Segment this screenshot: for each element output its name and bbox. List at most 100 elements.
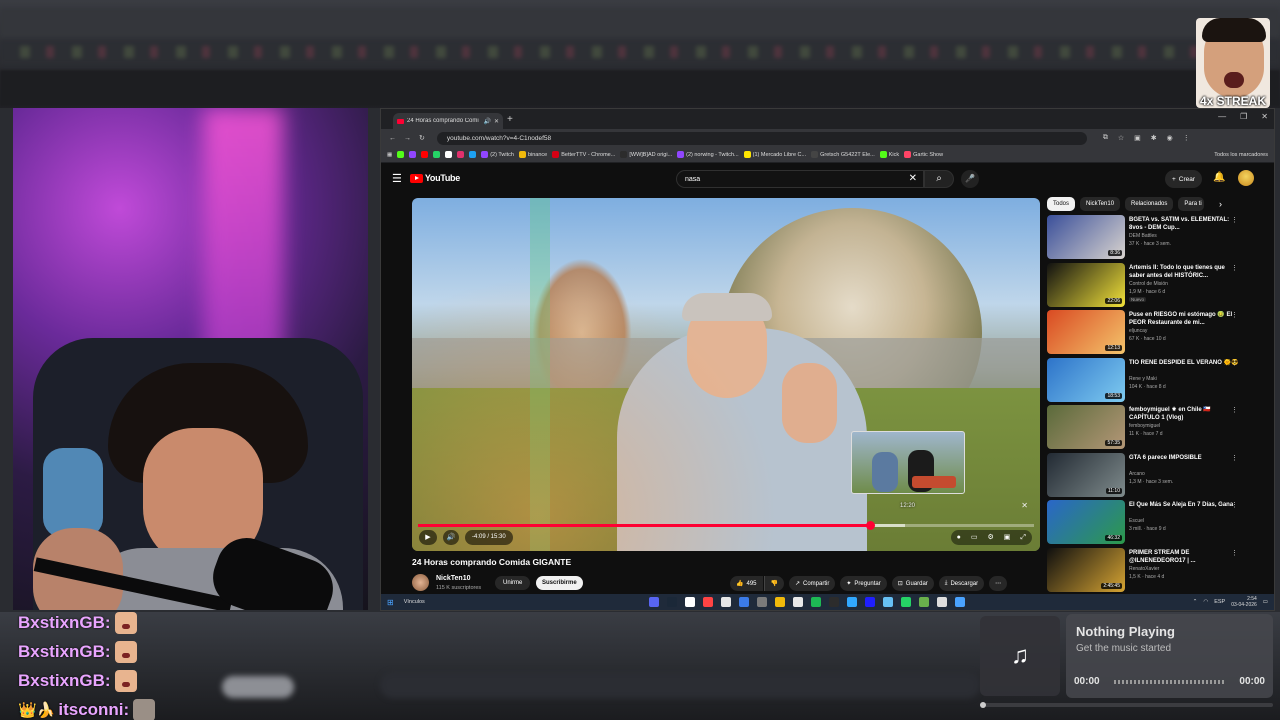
bookmark-item[interactable]: [WW]B]AD origi... <box>620 151 672 158</box>
back-icon[interactable]: ← <box>389 135 396 142</box>
recommendation-item[interactable]: 2:45:45 PRIMER STREAM DE @ILNENEDEORO17 |… <box>1047 547 1247 596</box>
more-options-icon[interactable]: ⋮ <box>1231 264 1238 272</box>
video-thumbnail[interactable]: 46:32 <box>1047 500 1125 544</box>
recommendation-item[interactable]: 18:53 TIO RENE DESPIDE EL VERANO 🌞😎 Rene y… <box>1047 357 1247 406</box>
bookmark-item[interactable]: Kick <box>879 151 899 158</box>
more-options-icon[interactable]: ⋮ <box>1231 359 1238 367</box>
like-button[interactable]: 👍 495 <box>730 576 763 591</box>
video-thumbnail[interactable]: 2:45:45 <box>1047 547 1125 592</box>
browser-tab[interactable]: 24 Horas comprando Comi 🔊 ✕ <box>393 113 503 129</box>
profile-icon[interactable]: ◉ <box>1167 134 1173 142</box>
recommendation-title[interactable]: PRIMER STREAM DE @ILNENEDEORO17 | ... <box>1129 549 1241 565</box>
recommendation-channel[interactable]: Control de Misión <box>1129 281 1168 287</box>
channel-avatar[interactable] <box>412 574 429 591</box>
taskbar-app-icon[interactable] <box>811 597 821 607</box>
audio-icon[interactable]: 🔊 <box>483 118 490 125</box>
menu-dots-icon[interactable]: ⋮ <box>1183 134 1190 142</box>
bookmark-item[interactable]: binance <box>518 151 547 158</box>
more-options-icon[interactable]: ⋮ <box>1231 549 1238 557</box>
notifications-bell-icon[interactable]: 🔔 <box>1213 172 1225 183</box>
miniplayer-icon[interactable]: ▣ <box>1004 530 1011 545</box>
taskbar-app-icon[interactable] <box>757 597 767 607</box>
windows-start-icon[interactable]: ⊞ <box>387 598 394 607</box>
chip-todos[interactable]: Todos <box>1047 197 1076 211</box>
recommendation-channel[interactable]: DEM Battles <box>1129 233 1157 239</box>
bookmark-item[interactable] <box>421 151 429 158</box>
recommendation-title[interactable]: GTA 6 parece IMPOSIBLE <box>1129 454 1241 462</box>
taskbar-app-icon[interactable] <box>775 597 785 607</box>
new-tab-icon[interactable]: + <box>507 114 513 125</box>
close-preview-icon[interactable]: ✕ <box>1021 501 1028 510</box>
save-button[interactable]: ⊡ Guardar <box>891 576 934 591</box>
taskbar-app-icon[interactable] <box>847 597 857 607</box>
extension-icon[interactable]: ▣ <box>1134 134 1141 142</box>
bookmark-item[interactable] <box>469 151 477 158</box>
video-thumbnail[interactable]: 12:13 <box>1047 310 1125 354</box>
bookmark-item[interactable]: (2) norwing - Twitch... <box>677 151 739 158</box>
recommendation-item[interactable]: 57:35 femboymiguel ⚜ en Chile 🇨🇱 CAPÍTULO… <box>1047 405 1247 453</box>
apps-grid-icon[interactable]: ▦ <box>387 152 392 158</box>
clear-search-icon[interactable]: ✕ <box>909 173 917 184</box>
clock[interactable]: 2:54 03-04-2026 <box>1231 596 1257 608</box>
video-player[interactable]: 12:20 ✕ ▶ 🔊 -4:09 / 15:30 ● ▭ ⚙ ▣ ⤢ <box>412 198 1040 551</box>
more-options-icon[interactable]: ⋮ <box>1231 454 1238 462</box>
channel-name[interactable]: NickTen10 <box>436 575 471 582</box>
taskbar-app-icon[interactable] <box>793 597 803 607</box>
download-button[interactable]: ⤓ Descargar <box>938 576 985 591</box>
video-thumbnail[interactable]: 57:35 <box>1047 405 1125 449</box>
bookmark-item[interactable]: (2) Twitch <box>481 151 514 158</box>
close-tab-icon[interactable]: ✕ <box>494 118 499 125</box>
bookmark-item[interactable]: BetterTTV - Chrome... <box>552 151 615 158</box>
chip-relacionados[interactable]: Relacionados <box>1125 197 1174 211</box>
video-thumbnail[interactable]: 18:53 <box>1047 357 1125 402</box>
volume-button[interactable]: 🔊 <box>443 530 459 545</box>
recommendation-title[interactable]: femboymiguel ⚜ en Chile 🇨🇱 CAPÍTULO 1 (V… <box>1129 406 1241 422</box>
taskbar-app-icon[interactable] <box>901 597 911 607</box>
recommendation-title[interactable]: BGETA vs. SATIM vs. ELEMENTAL: 8vos - DE… <box>1129 216 1241 232</box>
chevron-right-icon[interactable]: › <box>1219 199 1222 209</box>
taskbar-app-icon[interactable] <box>739 597 749 607</box>
video-thumbnail[interactable]: 11:10 <box>1047 452 1125 497</box>
taskbar-app-icon[interactable] <box>667 597 677 607</box>
video-thumbnail[interactable]: 8:36 <box>1047 215 1125 259</box>
taskbar-app-icon[interactable] <box>883 597 893 607</box>
recommendation-item[interactable]: 22:06 Artemis II: Todo lo que tienes que … <box>1047 262 1247 311</box>
bookmark-item[interactable]: Gretsch G5422T Ele... <box>811 151 875 158</box>
bookmark-item[interactable] <box>433 151 441 158</box>
close-window-icon[interactable]: ✕ <box>1261 112 1268 121</box>
all-bookmarks-link[interactable]: Todos los marcadores <box>1214 152 1274 158</box>
dislike-button[interactable]: 👎 <box>763 576 784 591</box>
youtube-logo[interactable]: YouTube <box>409 173 460 183</box>
subtitles-icon[interactable]: ▭ <box>971 530 978 545</box>
recommendation-channel[interactable]: femboymiguel <box>1129 423 1160 429</box>
puzzle-icon[interactable]: ✱ <box>1151 134 1157 142</box>
share-button[interactable]: ↗ Compartir <box>788 576 836 591</box>
progress-bar[interactable] <box>418 521 1034 530</box>
more-options-icon[interactable]: ⋮ <box>1231 311 1238 319</box>
search-button[interactable]: ⌕ <box>924 170 954 188</box>
tray-chevron-icon[interactable]: ⌃ <box>1193 599 1198 605</box>
ask-button[interactable]: ✦ Preguntar <box>840 576 887 591</box>
minimize-icon[interactable]: — <box>1218 112 1226 121</box>
recommendation-item[interactable]: 8:36 BGETA vs. SATIM vs. ELEMENTAL: 8vos … <box>1047 215 1247 263</box>
forward-icon[interactable]: → <box>404 135 411 142</box>
cast-icon[interactable]: ⧉ <box>1103 134 1108 142</box>
reload-icon[interactable]: ↻ <box>419 134 425 142</box>
bookmark-star-icon[interactable]: ☆ <box>1118 134 1124 142</box>
recommendation-item[interactable]: 46:32 El Que Más Se Aleja En 7 Días, Gana… <box>1047 500 1247 548</box>
bookmark-item[interactable] <box>457 151 465 158</box>
recommendation-item[interactable]: 11:10 GTA 6 parece IMPOSIBLE Arcano 1,3 M ·… <box>1047 452 1247 501</box>
more-options-icon[interactable]: ⋮ <box>1231 216 1238 224</box>
recommendation-title[interactable]: Artemis II: Todo lo que tienes que saber… <box>1129 264 1241 280</box>
create-button[interactable]: + Crear <box>1165 170 1203 188</box>
notification-icon[interactable]: ▭ <box>1263 599 1268 605</box>
bookmark-item[interactable] <box>397 151 405 158</box>
search-input[interactable]: nasa ✕ <box>676 170 924 188</box>
taskbar-app-icon[interactable] <box>685 597 695 607</box>
play-button[interactable]: ▶ <box>419 530 437 545</box>
maximize-icon[interactable]: ❐ <box>1240 112 1247 121</box>
autoplay-icon[interactable]: ● <box>957 530 961 545</box>
taskbar-app-icon[interactable] <box>865 597 875 607</box>
taskbar-app-icon[interactable] <box>721 597 731 607</box>
wifi-icon[interactable]: ◠ <box>1203 599 1208 605</box>
